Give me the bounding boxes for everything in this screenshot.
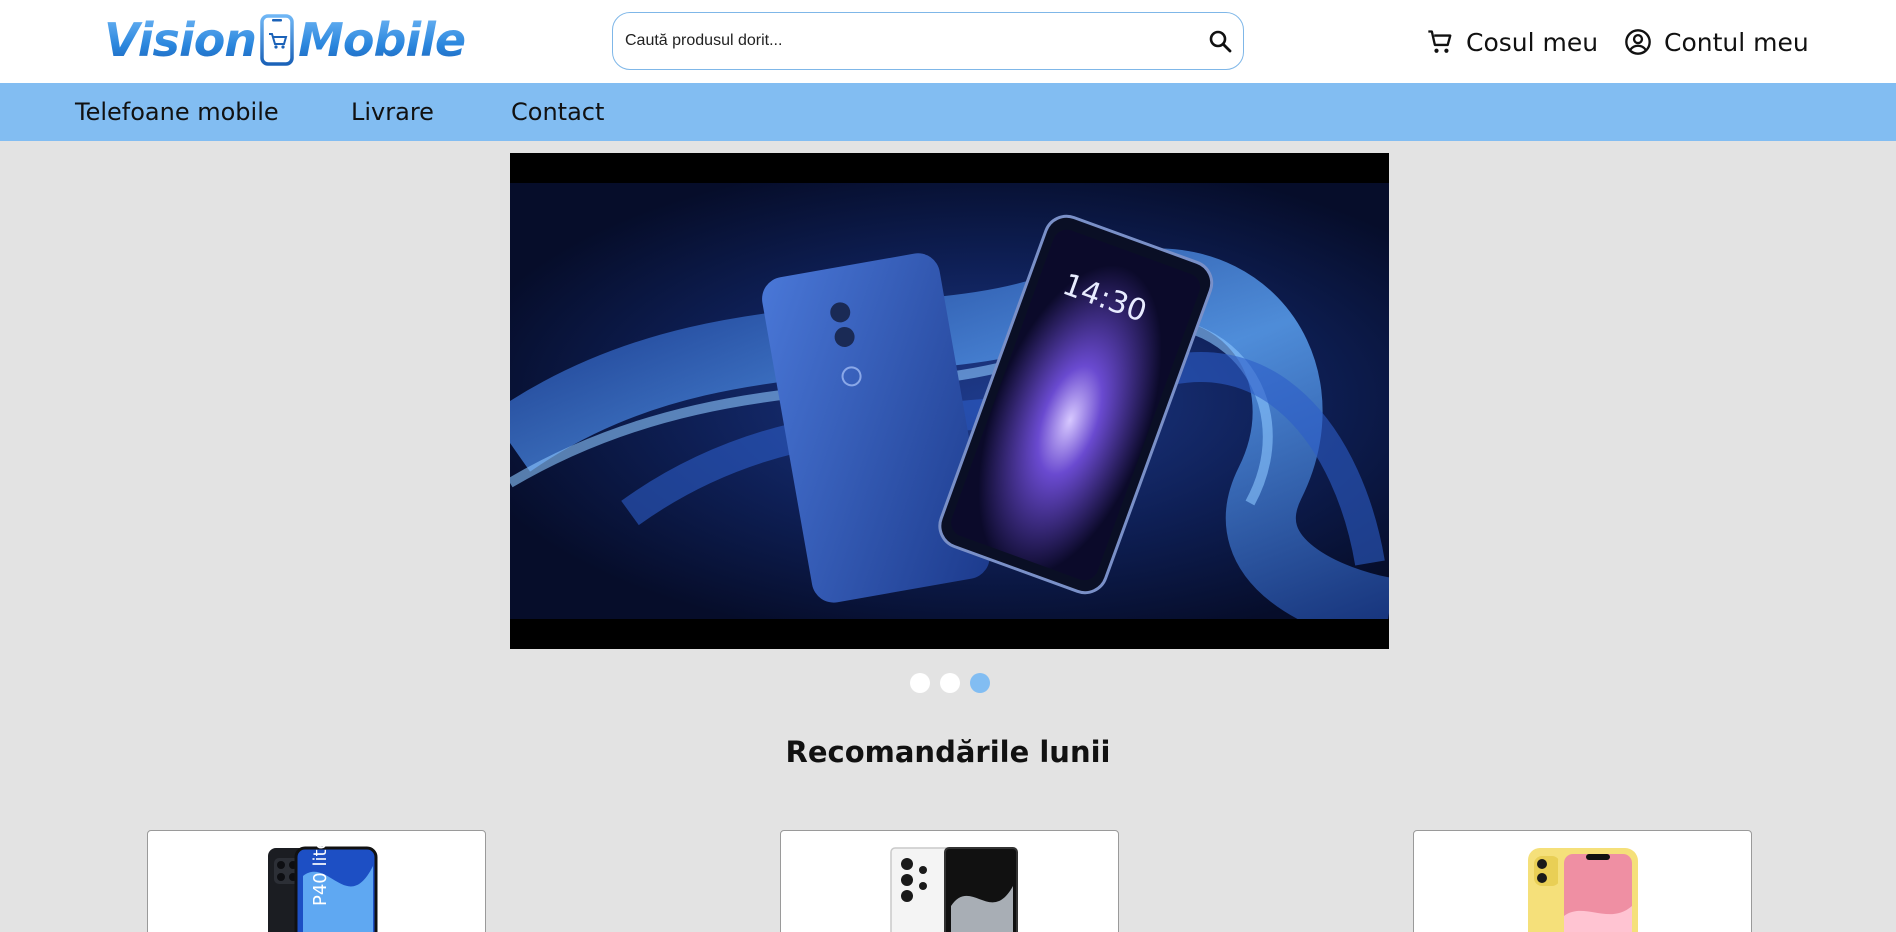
carousel-dot-3-active[interactable] <box>970 673 990 693</box>
cart-label: Cosul meu <box>1466 27 1599 57</box>
product-image-iphone-11-yellow <box>1528 848 1638 932</box>
account-circle-icon <box>1625 29 1651 55</box>
site-header: Vision Mobile Cosul meu <box>0 0 1896 83</box>
carousel-slide-image: 14:30 <box>510 183 1389 619</box>
search-bar <box>612 12 1244 70</box>
carousel-dots <box>910 673 990 693</box>
product-card-huawei-p40-lite[interactable]: P40 lite <box>147 830 486 932</box>
nav-item-contact[interactable]: Contact <box>511 83 604 141</box>
account-label: Contul meu <box>1664 27 1809 57</box>
hero-carousel[interactable]: 14:30 <box>510 153 1389 649</box>
product-image-label: P40 lite <box>310 846 331 906</box>
cart-icon <box>1428 30 1452 53</box>
logo-word-mobile: Mobile <box>298 13 466 67</box>
logo-phone-cart-icon <box>260 14 294 66</box>
carousel-dot-1[interactable] <box>910 673 930 693</box>
search-icon[interactable] <box>1203 24 1237 58</box>
recommendations-title: Recomandările lunii <box>785 735 1111 769</box>
product-card-iphone-11-yellow[interactable] <box>1413 830 1752 932</box>
cart-link[interactable]: Cosul meu <box>1426 22 1598 62</box>
search-input[interactable] <box>625 21 1185 61</box>
site-logo[interactable]: Vision Mobile <box>104 10 466 70</box>
nav-item-livrare[interactable]: Livrare <box>351 83 434 141</box>
nav-item-telefoane-mobile[interactable]: Telefoane mobile <box>75 83 279 141</box>
account-link[interactable]: Contul meu <box>1624 22 1809 62</box>
carousel-dot-2[interactable] <box>940 673 960 693</box>
logo-word-vision: Vision <box>104 13 257 67</box>
product-image-huawei-p40-lite: P40 lite <box>268 846 378 932</box>
main-nav: Telefoane mobile Livrare Contact <box>0 83 1896 141</box>
product-card-samsung-galaxy-s22-ultra[interactable] <box>780 830 1119 932</box>
product-image-samsung-galaxy-s22-ultra <box>890 847 1018 932</box>
